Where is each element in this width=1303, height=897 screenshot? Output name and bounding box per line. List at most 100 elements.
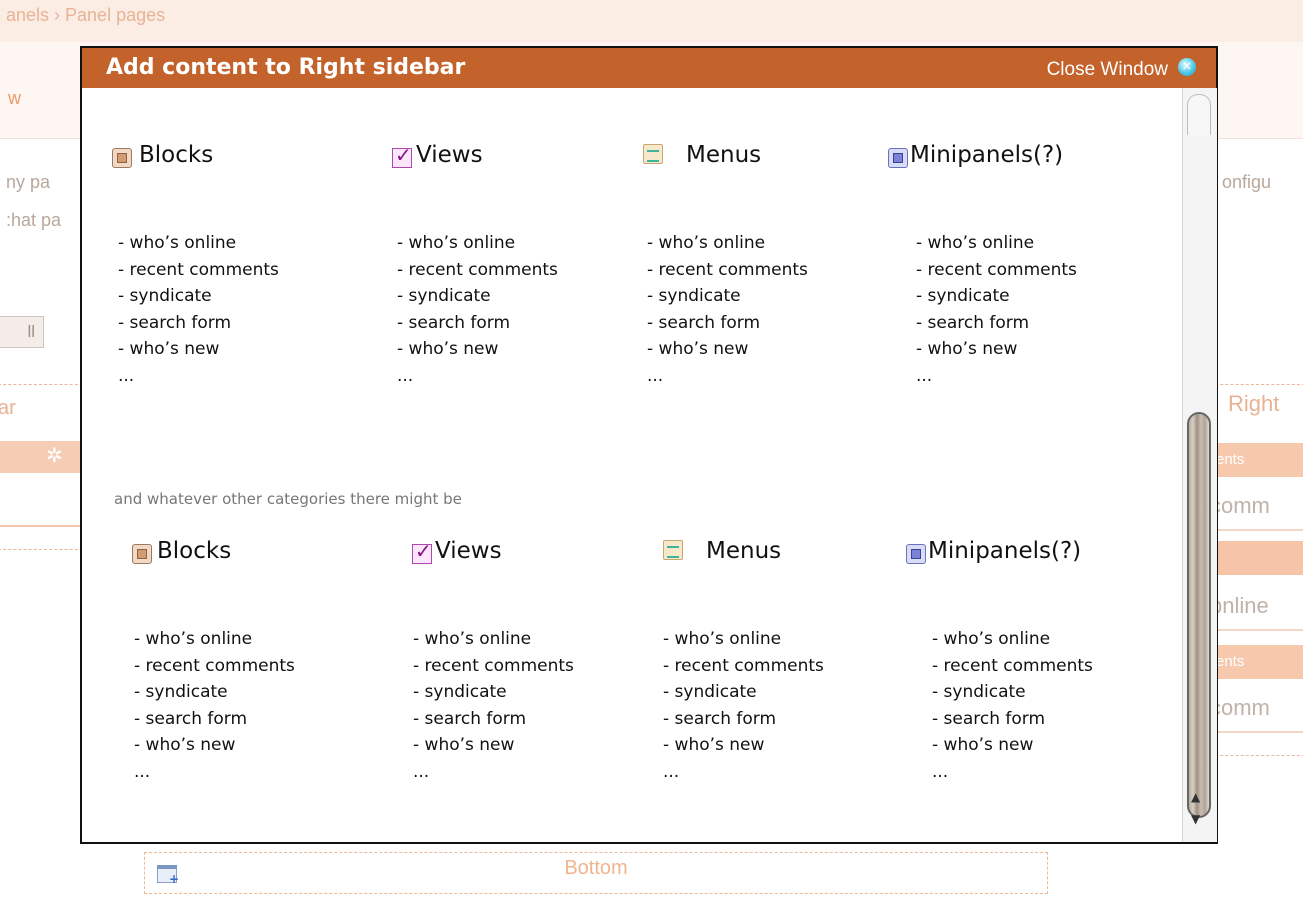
background-tab[interactable]: w [8,88,21,109]
category-heading-menus[interactable]: Menus [706,538,781,564]
category-heading-blocks[interactable]: Blocks [139,142,213,168]
right-region-pane-bar[interactable]: ents [1210,443,1303,477]
list-item[interactable]: - who’s new [397,336,558,363]
gear-icon[interactable]: ✲ [46,443,63,467]
category-list-blocks: - who’s online - recent comments - syndi… [118,230,279,389]
list-item[interactable]: - syndicate [413,679,574,706]
list-item[interactable]: - who’s new [647,336,808,363]
list-item-more: ... [397,365,414,386]
right-region-divider [1210,731,1303,733]
list-item[interactable]: - recent comments [134,653,295,680]
category-list-views: - who’s online - recent comments - syndi… [413,626,574,785]
list-item[interactable]: - who’s new [663,732,824,759]
list-item[interactable]: - who’s new [118,336,279,363]
block-icon [132,544,152,564]
views-icon [412,539,432,564]
background-text-line: ny pa [6,172,51,192]
list-item[interactable]: - syndicate [134,679,295,706]
close-window-link[interactable]: Close Window [1047,56,1168,84]
right-region-divider [1210,629,1303,631]
background-text-right: onfigu [1222,172,1272,192]
list-item[interactable]: - syndicate [647,283,808,310]
right-region-pane-bar[interactable] [1210,541,1303,575]
list-item[interactable]: - recent comments [916,257,1077,284]
menus-icon [663,540,683,560]
list-item[interactable]: - syndicate [118,283,279,310]
list-item[interactable]: - search form [932,706,1093,733]
modal-title: Add content to Right sidebar [106,55,466,80]
list-item[interactable]: - search form [916,310,1077,337]
close-icon[interactable]: × [1178,58,1196,76]
bottom-region: + Bottom [144,852,1048,894]
category-list-menus: - who’s online - recent comments - syndi… [647,230,808,389]
list-item[interactable]: - syndicate [663,679,824,706]
category-list-minipanels: - who’s online - recent comments - syndi… [916,230,1077,389]
list-item[interactable]: - recent comments [397,257,558,284]
category-list-minipanels: - who’s online - recent comments - syndi… [932,626,1093,785]
right-region: Right ents comm bnline ents comm [1210,384,1303,756]
list-item[interactable]: - who’s new [134,732,295,759]
breadcrumb: anels › Panel pages [0,0,1303,42]
list-item[interactable]: - who’s online [397,230,558,257]
category-heading-blocks[interactable]: Blocks [157,538,231,564]
list-item[interactable]: - syndicate [397,283,558,310]
bottom-region-label: Bottom [564,857,628,879]
list-item[interactable]: - recent comments [932,653,1093,680]
category-heading-views[interactable]: Views [435,538,502,564]
category-list-blocks: - who’s online - recent comments - syndi… [134,626,295,785]
modal-scrollbar[interactable]: ▲ ▼ [1182,88,1217,842]
right-region-divider [1210,529,1303,531]
list-item[interactable]: - recent comments [647,257,808,284]
list-item[interactable]: - recent comments [413,653,574,680]
list-item-more: ... [413,761,430,782]
right-region-pane-text: bnline [1210,593,1269,618]
list-item-more: ... [916,365,933,386]
list-item-more: ... [118,365,135,386]
category-heading-minipanels[interactable]: Minipanels(?) [928,538,1081,564]
scrollbar-track[interactable] [1187,94,1211,135]
scroll-down-arrow-icon[interactable]: ▼ [1191,812,1200,826]
right-region-pane-bar[interactable]: ents [1210,645,1303,679]
list-item[interactable]: - recent comments [663,653,824,680]
list-item-more: ... [663,761,680,782]
list-item[interactable]: - who’s online [413,626,574,653]
list-item[interactable]: - who’s new [932,732,1093,759]
list-item[interactable]: - syndicate [932,679,1093,706]
list-item-more: ... [647,365,664,386]
list-item[interactable]: - who’s online [118,230,279,257]
list-item[interactable]: - search form [134,706,295,733]
list-item[interactable]: - who’s online [663,626,824,653]
minipanels-icon [888,148,908,168]
category-heading-minipanels[interactable]: Minipanels(?) [910,142,1063,168]
right-region-title: Right [1228,391,1280,416]
list-item[interactable]: - search form [397,310,558,337]
right-region-pane-text: comm [1210,493,1270,518]
list-item[interactable]: - who’s new [413,732,574,759]
list-item[interactable]: - search form [647,310,808,337]
category-list-menus: - who’s online - recent comments - syndi… [663,626,824,785]
list-item[interactable]: - search form [413,706,574,733]
category-heading-menus[interactable]: Menus [686,142,761,168]
add-content-modal: Add content to Right sidebar Close Windo… [80,46,1218,844]
background-text-line: :hat pa [6,210,62,230]
minipanels-icon [906,544,926,564]
list-item[interactable]: - who’s online [647,230,808,257]
modal-header: Add content to Right sidebar Close Windo… [82,48,1216,88]
left-region-divider [0,525,88,527]
list-item[interactable]: - who’s online [916,230,1077,257]
left-region-pane-bar [0,441,88,473]
left-region-label: ar [0,397,16,419]
list-item-more: ... [134,761,151,782]
background-button[interactable]: ll [0,316,44,348]
list-item[interactable]: - search form [663,706,824,733]
views-icon [392,143,412,168]
category-heading-views[interactable]: Views [416,142,483,168]
list-item[interactable]: - who’s online [134,626,295,653]
list-item[interactable]: - syndicate [916,283,1077,310]
list-item[interactable]: - who’s online [932,626,1093,653]
scrollbar-thumb[interactable] [1187,412,1211,818]
scroll-up-arrow-icon[interactable]: ▲ [1191,790,1200,804]
list-item[interactable]: - search form [118,310,279,337]
list-item[interactable]: - who’s new [916,336,1077,363]
list-item[interactable]: - recent comments [118,257,279,284]
